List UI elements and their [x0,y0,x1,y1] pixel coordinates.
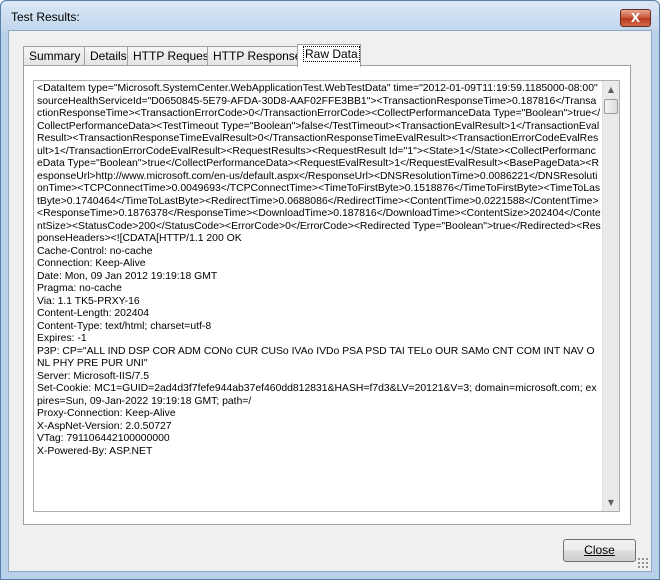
vertical-scrollbar[interactable]: ▲ ▼ [602,81,619,511]
scroll-down-icon[interactable]: ▼ [603,494,619,511]
tab-http-request[interactable]: HTTP Request [127,46,212,66]
window-close-icon[interactable]: X [620,9,651,27]
tab-raw-data[interactable]: Raw Data [297,44,361,67]
tab-details-label: Details [90,49,127,63]
title-bar[interactable]: Test Results: X [1,1,659,31]
raw-data-textbox[interactable]: <DataItem type="Microsoft.SystemCenter.W… [33,80,620,512]
test-results-window: Test Results: X Summary Details HTTP Req… [0,0,660,580]
tab-details[interactable]: Details [84,46,128,66]
dialog-client-area: Summary Details HTTP Request HTTP Respon… [8,30,652,572]
tab-summary-label: Summary [29,49,81,63]
tab-summary[interactable]: Summary [23,46,85,66]
window-title: Test Results: [11,10,80,24]
raw-data-text: <DataItem type="Microsoft.SystemCenter.W… [37,83,601,457]
tab-http-request-label: HTTP Request [133,49,213,63]
scroll-up-icon[interactable]: ▲ [603,81,619,98]
close-button[interactable]: Close [563,539,636,562]
raw-data-panel: <DataItem type="Microsoft.SystemCenter.W… [23,65,631,525]
resize-grip-icon[interactable] [637,557,648,568]
tab-http-response-label: HTTP Response [213,49,302,63]
scrollbar-thumb[interactable] [604,99,618,114]
tab-raw-data-label: Raw Data [303,46,360,62]
tab-http-response[interactable]: HTTP Response [207,46,302,66]
